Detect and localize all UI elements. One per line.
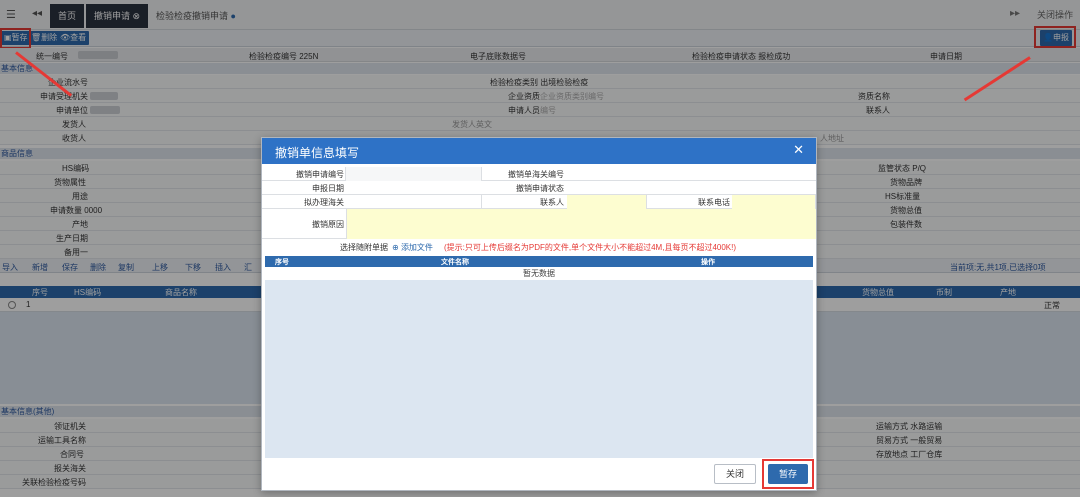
dialog-title: 撤销单信息填写: [275, 146, 360, 160]
close-icon[interactable]: ✕: [793, 142, 804, 158]
dialog-header: 撤销单信息填写 ✕: [262, 138, 816, 164]
highlight-box-dialog-save: [762, 459, 814, 489]
reason-textarea[interactable]: [346, 209, 816, 239]
file-table-header: 序号 文件名称 操作: [265, 256, 813, 267]
attach-row: 选择随附单据 ⊕ 添加文件 (提示:只可上传后缀名为PDF的文件,单个文件大小不…: [340, 242, 737, 253]
form-row: 拟办理海关 联系人 联系电话: [262, 195, 816, 209]
form-row: 申报日期 撤销申请状态: [262, 181, 816, 195]
contact-input[interactable]: [567, 195, 647, 209]
file-table-body: [265, 280, 813, 458]
phone-input[interactable]: [732, 195, 816, 209]
close-button[interactable]: 关闭: [714, 464, 756, 484]
add-file-button[interactable]: ⊕ 添加文件: [392, 242, 433, 253]
form-row: 撤销申请编号 撤销单海关编号: [262, 167, 816, 181]
no-data-text: 暂无数据: [523, 269, 555, 278]
revoke-no-field: [346, 167, 482, 181]
form-row: 撤销原因: [262, 209, 816, 239]
revoke-info-dialog: 撤销单信息填写 ✕ 撤销申请编号 撤销单海关编号 申报日期 撤销申请状态 拟办理…: [261, 137, 817, 491]
upload-hint: (提示:只可上传后缀名为PDF的文件,单个文件大小不能超过4M,且每页不超过40…: [444, 243, 737, 252]
customs-field[interactable]: [346, 195, 482, 209]
